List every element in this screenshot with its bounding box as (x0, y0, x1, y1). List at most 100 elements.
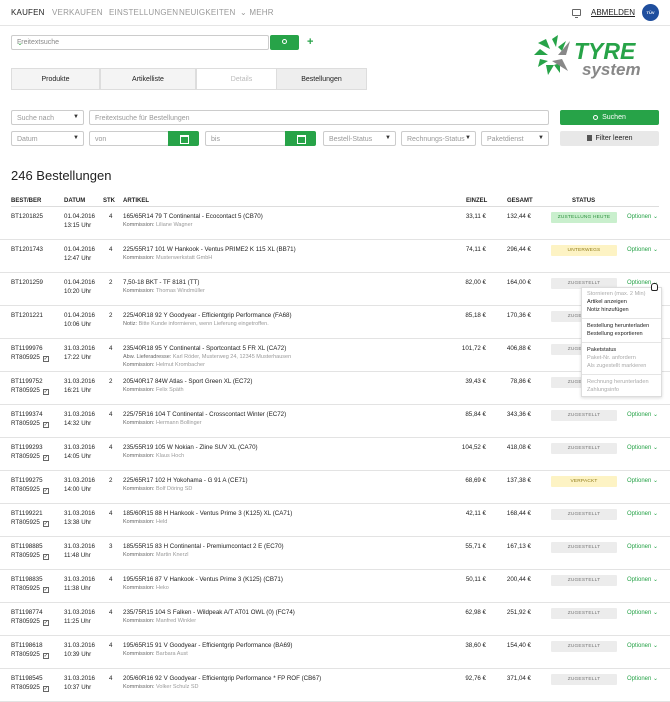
checkbox-icon[interactable]: ✓ (42, 455, 49, 461)
clear-filter-button[interactable]: Filter leeren (560, 131, 659, 146)
order-article[interactable]: 7,50-18 BKT - TF 8181 (TT) (123, 279, 199, 286)
order-date: 31.03.2016 (64, 411, 95, 418)
order-status-select[interactable]: Bestell-Status ▼ (323, 131, 396, 146)
order-id[interactable]: BT1198618 (11, 642, 43, 649)
order-time: 14:32 Uhr (64, 420, 92, 427)
calendar-icon[interactable] (285, 131, 316, 146)
checkbox-icon[interactable]: ✓ (42, 587, 49, 593)
menu-item-zugestellt-markieren: Als zugestellt markieren (587, 363, 647, 369)
options-button[interactable]: Optionen ⌄ (627, 675, 658, 682)
order-article[interactable]: 225/65R17 102 H Yokohama - G 91 A (CE71) (123, 477, 248, 484)
options-button[interactable]: Optionen ⌄ (627, 411, 658, 418)
options-button[interactable]: Optionen ⌄ (627, 609, 658, 616)
product-search-input[interactable]: Freitextsuche ⌄ (11, 35, 269, 50)
order-article[interactable]: 235/75R15 104 S Falken - Wildpeak A/T AT… (123, 609, 295, 616)
invoice-status-select[interactable]: Rechnungs-Status ▼ (401, 131, 476, 146)
tab-bestellungen[interactable]: Bestellungen (276, 68, 367, 90)
search-by-select[interactable]: Suche nach ▼ (11, 110, 84, 125)
order-id[interactable]: BT1199752 (11, 378, 43, 385)
order-id[interactable]: BT1198774 (11, 609, 43, 616)
calendar-icon[interactable] (168, 131, 199, 146)
options-button[interactable]: Optionen ⌄ (627, 246, 658, 253)
checkbox-icon[interactable]: ✓ (42, 620, 49, 626)
menu-item-bestellung-herunterladen[interactable]: Bestellung herunterladen (587, 323, 649, 329)
order-note-text: Thomas Windmüller (155, 288, 205, 294)
order-article[interactable]: 185/60R15 88 H Hankook - Ventus Prime 3 … (123, 510, 292, 517)
search-button[interactable] (270, 35, 299, 50)
parcel-service-select[interactable]: Paketdienst ▼ (481, 131, 549, 146)
date-select[interactable]: Datum ▼ (11, 131, 84, 146)
order-article[interactable]: 185/55R15 83 H Continental - Premiumcont… (123, 543, 284, 550)
logout-link[interactable]: ABMELDEN (591, 8, 635, 17)
options-button[interactable]: Optionen ⌄ (627, 444, 658, 451)
order-ref: RT805925 ✓ (11, 453, 49, 461)
order-id[interactable]: BT1199374 (11, 411, 43, 418)
order-article[interactable]: 205/40R17 84W Atlas - Sport Green XL (EC… (123, 378, 252, 385)
order-unit-price: 74,11 € (465, 246, 486, 253)
order-ref-text: RT805925 (11, 387, 40, 394)
order-article[interactable]: 235/55R19 105 W Nokian - Zline SUV XL (C… (123, 444, 258, 451)
checkbox-icon[interactable]: ✓ (42, 554, 49, 560)
order-qty: 4 (109, 675, 113, 682)
order-id[interactable]: BT1199221 (11, 510, 43, 517)
order-note-label: Kommission: (123, 288, 155, 294)
order-id[interactable]: BT1201259 (11, 279, 43, 286)
order-note-label: Notiz: (123, 321, 138, 327)
nav-einstellungen[interactable]: EINSTELLUNGEN (109, 8, 178, 17)
order-article[interactable]: 225/75R16 104 T Continental - Crossconta… (123, 411, 286, 418)
order-article[interactable]: 195/55R16 87 V Hankook - Ventus Prime 3 … (123, 576, 283, 583)
checkbox-icon[interactable]: ✓ (42, 653, 49, 659)
nav-verkaufen[interactable]: VERKAUFEN (52, 8, 103, 17)
date-from-input[interactable]: von (89, 131, 169, 146)
options-button[interactable]: Optionen ⌄ (627, 510, 658, 517)
order-article[interactable]: 225/40R18 92 Y Goodyear - Efficientgrip … (123, 312, 292, 319)
order-id[interactable]: BT1201221 (11, 312, 43, 319)
checkbox-icon[interactable]: ✓ (42, 422, 49, 428)
order-id[interactable]: BT1201825 (11, 213, 43, 220)
nav-kaufen[interactable]: KAUFEN (11, 8, 45, 17)
order-note-text: Held (156, 519, 168, 525)
order-article[interactable]: 195/65R15 91 V Goodyear - Efficientgrip … (123, 642, 292, 649)
nav-neuigkeiten[interactable]: NEUIGKEITEN (179, 8, 235, 17)
chevron-down-icon: ⌄ (653, 214, 659, 220)
order-ref: RT805925 ✓ (11, 387, 49, 395)
menu-item-notiz-hinzufuegen[interactable]: Notiz hinzufügen (587, 307, 629, 313)
options-button[interactable]: Optionen ⌄ (627, 213, 658, 220)
order-id[interactable]: BT1201743 (11, 246, 43, 253)
options-button[interactable]: Optionen ⌄ (627, 543, 658, 550)
menu-item-paketstatus[interactable]: Paketstatus (587, 347, 616, 353)
order-article[interactable]: 205/60R16 92 V Goodyear - Efficientgrip … (123, 675, 321, 682)
order-article[interactable]: 235/40R18 95 Y Continental - Sportcontac… (123, 345, 286, 352)
options-button[interactable]: Optionen ⌄ (627, 642, 658, 649)
order-id[interactable]: BT1198885 (11, 543, 43, 550)
date-to-input[interactable]: bis (205, 131, 286, 146)
monitor-icon[interactable] (572, 9, 581, 18)
checkbox-icon[interactable]: ✓ (42, 488, 49, 494)
menu-item-artikel-anzeigen[interactable]: Artikel anzeigen (587, 299, 627, 305)
checkbox-icon[interactable]: ✓ (42, 389, 49, 395)
order-id[interactable]: BT1199976 (11, 345, 43, 352)
options-button[interactable]: Optionen ⌄ (627, 477, 658, 484)
order-id[interactable]: BT1199293 (11, 444, 43, 451)
order-article[interactable]: 165/65R14 79 T Continental - Ecocontact … (123, 213, 263, 220)
col-einzel: EINZEL (466, 198, 488, 204)
options-button[interactable]: Optionen ⌄ (627, 576, 658, 583)
menu-item-bestellung-exportieren[interactable]: Bestellung exportieren (587, 331, 643, 337)
order-id[interactable]: BT1198835 (11, 576, 43, 583)
tab-produkte[interactable]: Produkte (11, 68, 100, 90)
nav-mehr[interactable]: ⌄ MEHR (240, 8, 274, 17)
order-id[interactable]: BT1199275 (11, 477, 43, 484)
order-freetext-input[interactable]: Freitextsuche für Bestellungen (89, 110, 549, 125)
add-icon[interactable]: + (307, 37, 313, 48)
search-orders-button[interactable]: Suchen (560, 110, 659, 125)
order-unit-price: 50,11 € (465, 576, 486, 583)
order-article[interactable]: 225/55R17 101 W Hankook - Ventus PRIME2 … (123, 246, 296, 253)
tab-artikelliste[interactable]: Artikelliste (100, 68, 196, 90)
checkbox-icon[interactable]: ✓ (42, 356, 49, 362)
order-unit-price: 55,71 € (465, 543, 486, 550)
order-id[interactable]: BT1198545 (11, 675, 43, 682)
checkbox-icon[interactable]: ✓ (42, 521, 49, 527)
chevron-down-icon[interactable]: ⌄ (17, 39, 263, 47)
checkbox-icon[interactable]: ✓ (42, 686, 49, 692)
caret-down-icon: ▼ (73, 114, 79, 120)
